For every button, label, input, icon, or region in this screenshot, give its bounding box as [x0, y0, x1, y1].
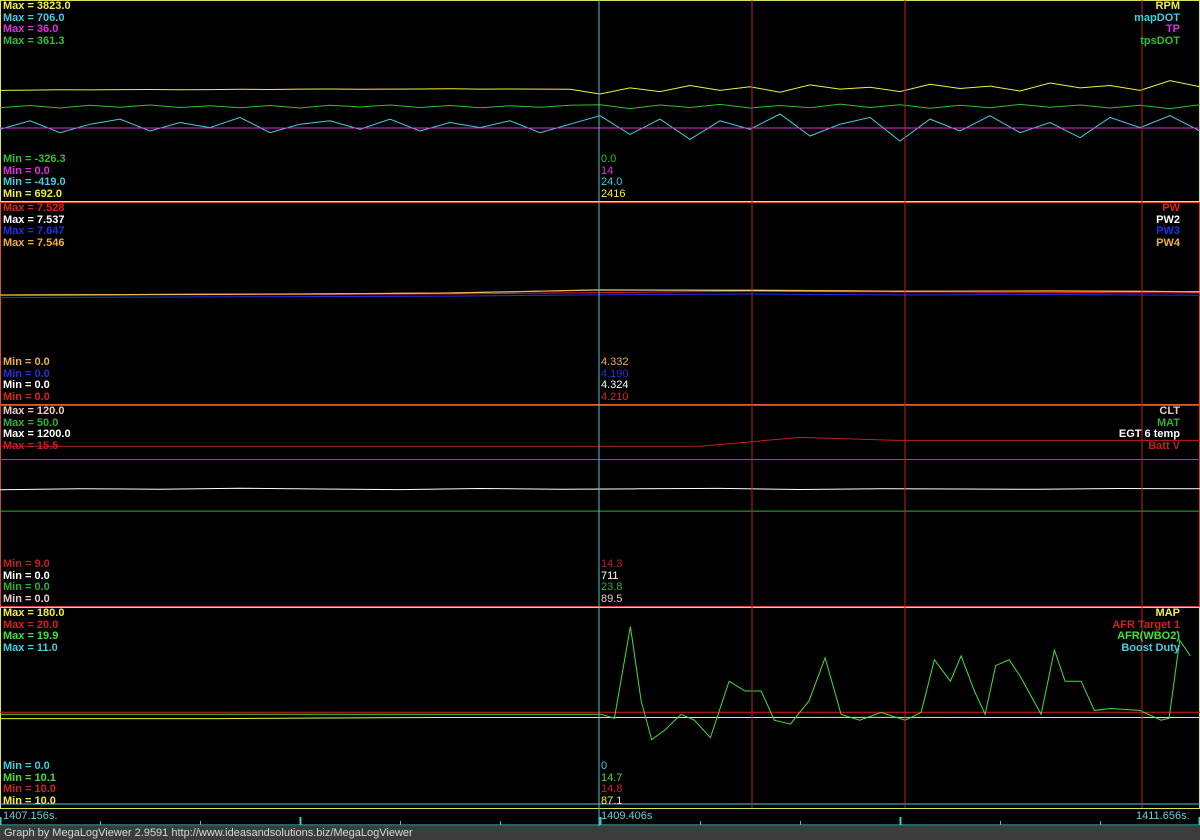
min-label: Min = -419.0	[3, 176, 66, 188]
min-label: Min = 0.0	[3, 367, 50, 380]
min-label: Min = 0.0	[3, 390, 50, 403]
legend-label: AFR(WBO2)	[1117, 630, 1180, 642]
cursor-value: 4.190	[601, 367, 629, 380]
cursor-value: 14.3	[601, 558, 623, 570]
min-label: Min = 10.1	[3, 771, 56, 784]
min-label: Min = 0.0	[3, 760, 50, 772]
cursor-value: 23.8	[601, 581, 623, 593]
legend-label: Boost Duty	[1121, 641, 1180, 654]
cursor-time-label: 1409.406s	[601, 810, 653, 822]
series-line-rpm	[0, 80, 1200, 95]
legend-label: RPM	[1155, 0, 1180, 12]
series-line-map	[0, 716, 1200, 720]
series-line-batt-v	[0, 436, 1200, 447]
cursor-value: 2416	[601, 187, 626, 200]
min-label: Min = 692.0	[3, 187, 63, 200]
legend-label: PW4	[1156, 236, 1180, 249]
min-label: Min = 0.0	[3, 592, 50, 605]
cursor-value: 0.0	[601, 153, 617, 165]
legend-label: tpsDOT	[1140, 34, 1180, 47]
min-label: Min = 0.0	[3, 356, 50, 368]
cursor-value: 711	[601, 569, 619, 582]
max-label: Max = 36.0	[3, 23, 59, 35]
panel-border	[0, 202, 1200, 405]
legend-label: EGT 6 temp	[1118, 428, 1180, 440]
max-label: Max = 15.5	[3, 439, 59, 452]
min-label: Min = 0.0	[3, 379, 50, 391]
cursor-value: 87.1	[601, 794, 623, 807]
cursor-value: 14.7	[601, 771, 623, 784]
max-label: Max = 7.528	[3, 202, 65, 214]
max-label: Max = 120.0	[3, 405, 65, 417]
log-graph[interactable]	[0, 0, 1200, 826]
footer-credit: Graph by MegaLogViewer 2.9591 http://www…	[0, 826, 1200, 840]
max-label: Max = 7.647	[3, 225, 65, 237]
max-label: Max = 180.0	[3, 607, 65, 619]
min-label: Min = 0.0	[3, 581, 50, 593]
min-label: Min = 0.0	[3, 569, 50, 582]
cursor-value: 4.324	[601, 379, 629, 391]
cursor-value: 24.0	[601, 176, 623, 188]
legend-label: TP	[1165, 23, 1180, 35]
panel-border	[0, 405, 1200, 607]
min-label: Min = 0.0	[3, 164, 50, 177]
cursor-value: 4.332	[601, 356, 629, 368]
x-end-label: 1411.656s.	[1136, 810, 1190, 822]
max-label: Max = 7.546	[3, 236, 65, 249]
cursor-value: 0	[601, 760, 608, 772]
cursor-value: 14.8	[601, 783, 623, 795]
max-label: Max = 361.3	[3, 34, 65, 47]
series-line-tpsdot	[0, 103, 1200, 110]
cursor-value: 89.5	[601, 592, 623, 605]
max-label: Max = 11.0	[3, 641, 58, 654]
min-label: Min = 9.0	[3, 558, 50, 570]
min-label: Min = 10.0	[3, 794, 56, 807]
max-label: Max = 19.9	[3, 630, 59, 642]
series-line-afr-wbo2-	[1, 626, 1191, 741]
cursor-value: 4.210	[601, 390, 629, 403]
min-label: Min = -326.3	[3, 153, 66, 165]
legend-label: Batt V	[1148, 439, 1180, 452]
panel-border	[0, 0, 1200, 202]
legend-label: PW3	[1156, 225, 1180, 237]
x-start-label: 1407.156s.	[3, 810, 58, 822]
legend-label: CLT	[1159, 405, 1180, 417]
panel-border	[0, 607, 1200, 809]
cursor-value: 14	[601, 164, 614, 177]
legend-label: PW	[1162, 202, 1180, 214]
min-label: Min = 10.0	[3, 783, 56, 795]
max-label: Max = 3823.0	[3, 0, 71, 12]
legend-label: MAP	[1155, 607, 1180, 619]
max-label: Max = 1200.0	[3, 428, 71, 440]
series-line-egt-6-temp	[0, 487, 1200, 491]
